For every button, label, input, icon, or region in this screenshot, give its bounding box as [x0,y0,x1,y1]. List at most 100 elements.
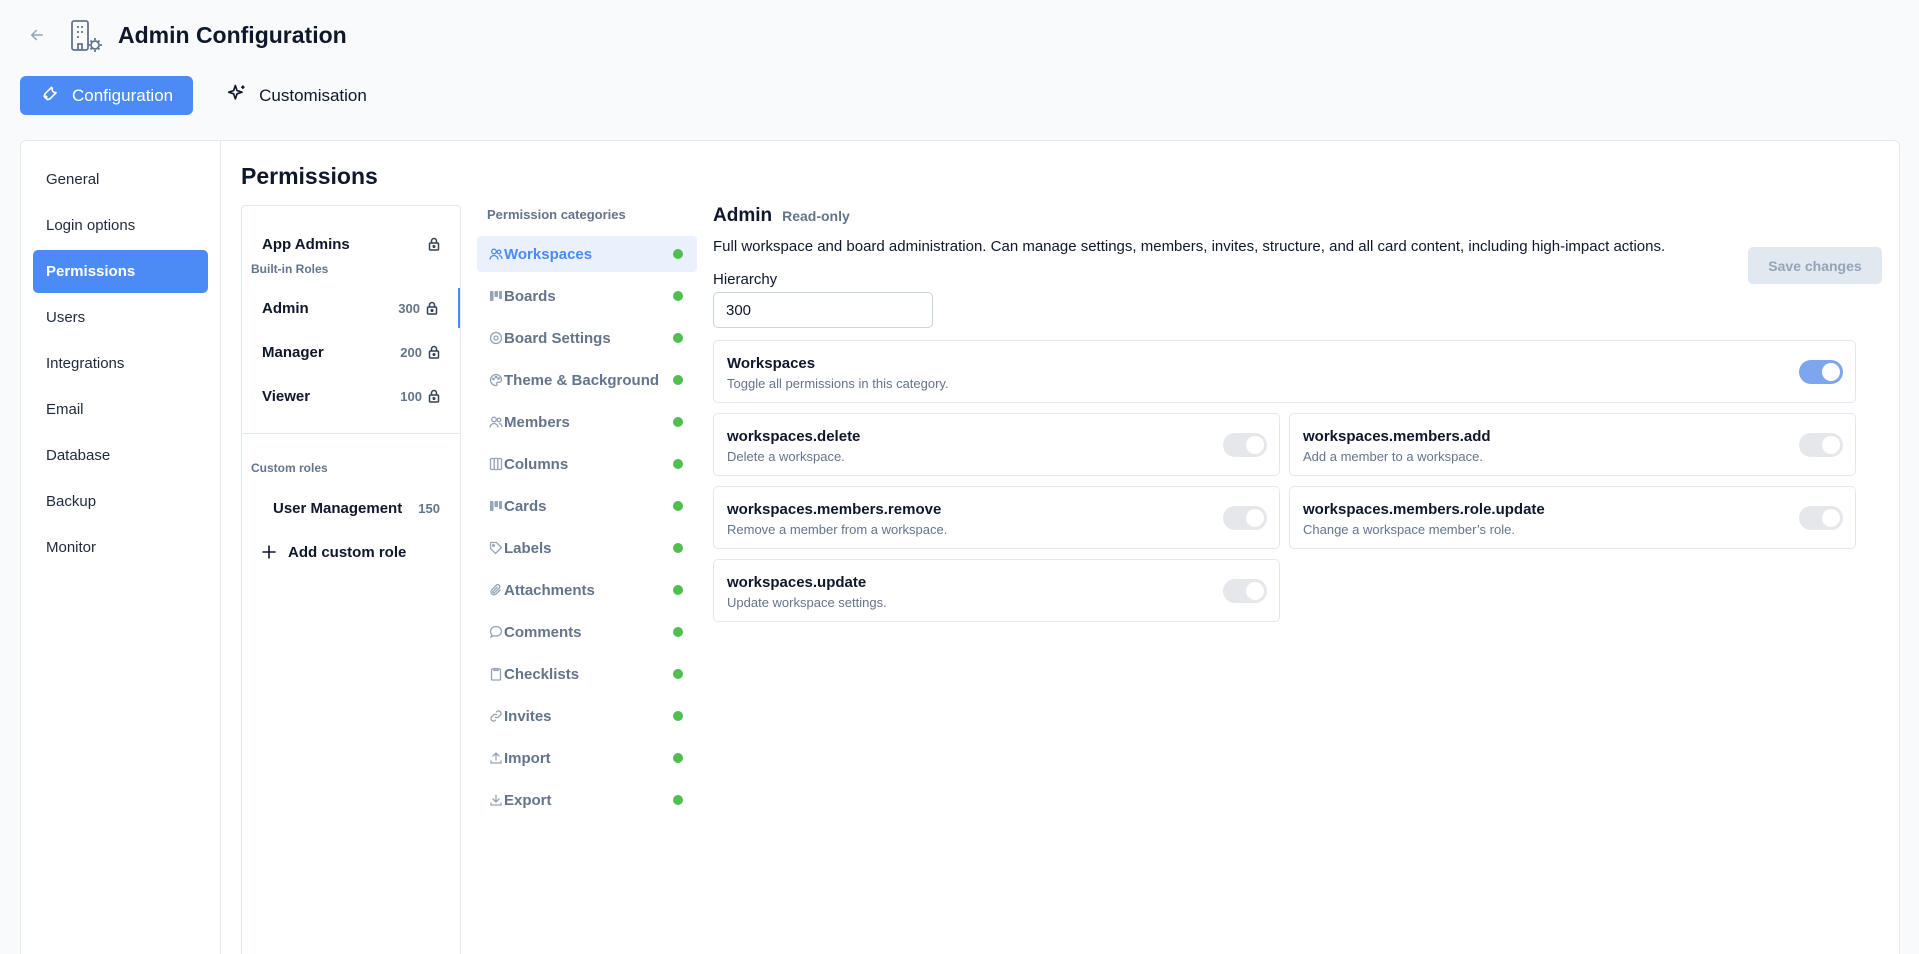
role-viewer[interactable]: Viewer 100 [242,376,460,416]
sidebar-item-email[interactable]: Email [33,388,208,431]
add-custom-role-button[interactable]: Add custom role [242,532,460,572]
category-toggle[interactable] [1799,360,1843,384]
sidebar-item-database[interactable]: Database [33,434,208,477]
wrench-icon [40,83,60,108]
tag-icon [489,541,503,555]
read-only-badge: Read-only [782,208,850,224]
role-admin[interactable]: Admin 300 [242,288,460,328]
custom-roles-label: Custom roles [251,461,328,475]
perm-description: Remove a member from a workspace. [727,522,948,537]
status-dot [673,333,683,343]
category-label: Boards [504,287,556,305]
top-tabs: Configuration Customisation [20,76,387,115]
save-changes-button[interactable]: Save changes [1748,247,1882,284]
role-user-management[interactable]: User Management 150 [242,488,460,528]
category-label: Comments [504,623,582,641]
sidebar-item-general[interactable]: General [33,158,208,201]
section-title: Permissions [241,163,378,189]
category-label: Import [504,749,551,767]
role-app-admins[interactable]: App Admins [242,224,460,264]
hierarchy-label: Hierarchy [713,271,778,288]
status-dot [673,291,683,301]
perm-title: workspaces.members.remove [727,501,942,518]
category-board-settings[interactable]: Board Settings [477,320,697,356]
category-attachments[interactable]: Attachments [477,572,697,608]
category-boards[interactable]: Boards [477,278,697,314]
user-icon [489,415,503,429]
sparkles-icon [227,83,247,108]
category-labels[interactable]: Labels [477,530,697,566]
plus-icon [262,545,276,559]
role-description: Full workspace and board administration.… [713,238,1666,255]
category-members[interactable]: Members [477,404,697,440]
sidebar-item-login-options[interactable]: Login options [33,204,208,247]
users-icon [489,247,503,261]
sidebar-item-integrations[interactable]: Integrations [33,342,208,385]
role-manager[interactable]: Manager 200 [242,332,460,372]
role-hierarchy: 300 [398,300,420,316]
sidebar-item-permissions[interactable]: Permissions [33,250,208,293]
category-label: Checklists [504,665,580,683]
toggle-knob [1822,436,1840,454]
category-label: Members [504,413,570,431]
category-columns[interactable]: Columns [477,446,697,482]
add-custom-role-label: Add custom role [288,543,407,561]
tab-configuration[interactable]: Configuration [20,76,194,115]
role-hierarchy: 100 [400,388,422,404]
category-checklists[interactable]: Checklists [477,656,697,692]
status-dot [673,795,683,805]
category-comments[interactable]: Comments [477,614,697,650]
download-icon [489,793,503,807]
category-workspaces[interactable]: Workspaces [477,236,697,272]
status-dot [673,375,683,385]
building-gear-icon [68,18,104,54]
category-invites[interactable]: Invites [477,698,697,734]
checklist-icon [489,667,503,681]
perm-title: workspaces.update [727,574,867,591]
toggle-knob [1246,582,1264,600]
role-name: Admin [262,299,309,317]
sidebar-item-users[interactable]: Users [33,296,208,339]
status-dot [673,627,683,637]
columns-icon [489,457,503,471]
permission-toggle[interactable] [1223,433,1267,457]
comment-icon [489,625,503,639]
permission-toggle[interactable] [1799,506,1843,530]
perm-title: workspaces.members.role.update [1303,501,1545,518]
top-bar: Admin Configuration [0,0,1919,72]
page-title: Admin Configuration [118,22,347,48]
category-label: Workspaces [504,245,593,263]
perm-description: Add a member to a workspace. [1303,449,1483,464]
permission-toggle[interactable] [1223,506,1267,530]
tab-customisation[interactable]: Customisation [207,76,387,115]
permission-toggle[interactable] [1799,433,1843,457]
category-theme-background[interactable]: Theme & Background [477,362,697,398]
settings-sidebar: General Login options Permissions Users … [21,141,221,954]
role-header: Admin Read-only [713,205,850,227]
category-import[interactable]: Import [477,740,697,776]
built-in-roles-label: Built-in Roles [251,262,329,276]
hierarchy-input[interactable] [713,292,933,328]
perm-title: Workspaces [727,355,816,372]
role-name: Viewer [262,387,311,405]
status-dot [673,417,683,427]
category-export[interactable]: Export [477,782,697,818]
category-label: Invites [504,707,552,725]
link-icon [489,709,503,723]
toggle-knob [1822,509,1840,527]
sidebar-item-monitor[interactable]: Monitor [33,526,208,569]
permission-card: workspaces.members.add Add a member to a… [1289,413,1856,476]
permission-toggle[interactable] [1223,579,1267,603]
sidebar-item-backup[interactable]: Backup [33,480,208,523]
categories-label: Permission categories [487,207,626,222]
category-cards[interactable]: Cards [477,488,697,524]
status-dot [673,249,683,259]
perm-title: workspaces.members.add [1303,428,1491,445]
role-detail-name: Admin [713,205,773,226]
role-hierarchy: 150 [418,500,440,516]
board-icon [489,289,503,303]
arrow-left-icon[interactable] [24,22,50,48]
lock-icon [428,237,440,251]
divider [242,433,460,434]
category-label: Board Settings [504,329,611,347]
